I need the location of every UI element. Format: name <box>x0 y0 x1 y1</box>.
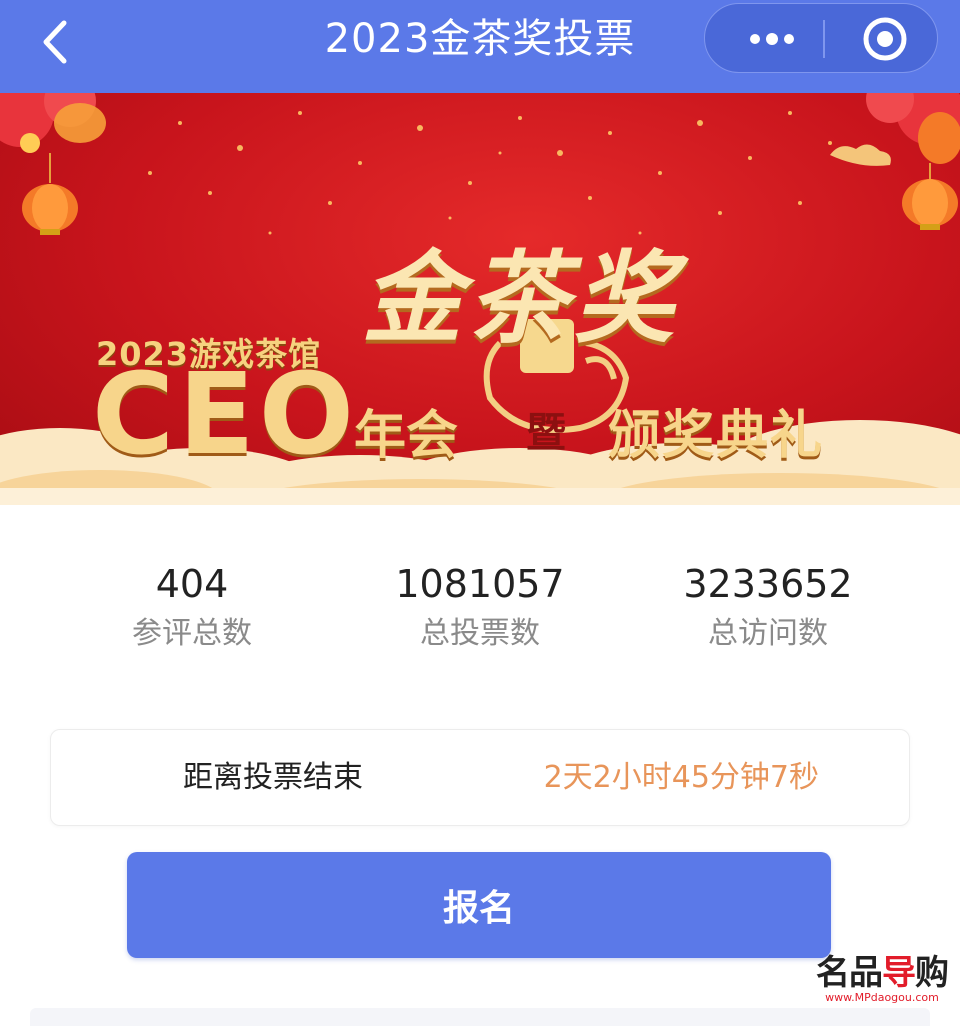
stat-value: 404 <box>155 562 229 606</box>
stat-value: 3233652 <box>683 562 853 606</box>
capsule-divider <box>823 20 825 58</box>
stat-label: 总访问数 <box>708 616 828 651</box>
banner-award-name: 金茶奖 <box>362 239 680 357</box>
stat-votes: 1081057 总投票数 <box>330 560 630 656</box>
close-button[interactable] <box>845 4 925 74</box>
signup-button[interactable]: 报名 <box>127 852 831 958</box>
stat-entries: 404 参评总数 <box>42 560 342 656</box>
stat-value: 1081057 <box>395 562 565 606</box>
stat-label: 总投票数 <box>420 616 540 651</box>
countdown-card: 距离投票结束 2天2小时45分钟7秒 <box>50 729 910 826</box>
more-button[interactable] <box>727 4 817 74</box>
countdown-label: 距离投票结束 <box>183 760 363 795</box>
more-dots-icon <box>750 33 794 45</box>
banner-ceremony: 颁奖典礼 <box>608 406 825 466</box>
stat-visits: 3233652 总访问数 <box>618 560 918 656</box>
banner-annual-meeting: 年会 <box>354 406 459 466</box>
countdown-value: 2天2小时45分钟7秒 <box>543 760 819 795</box>
watermark-text: 名品 <box>816 953 883 993</box>
event-banner: 2023游戏茶馆 CEO 金茶奖 年会 暨 颁奖典礼 <box>0 93 960 505</box>
target-close-icon <box>863 17 907 61</box>
watermark-logo: 名品导购 www.MPdaogou.com <box>812 955 952 1005</box>
watermark-text-red: 导 <box>882 953 916 993</box>
next-section-edge <box>30 1008 930 1026</box>
watermark-text-2: 购 <box>915 953 949 993</box>
stat-label: 参评总数 <box>132 616 252 651</box>
mini-program-capsule <box>704 3 938 73</box>
banner-connector: 暨 <box>526 410 566 456</box>
banner-ceo: CEO <box>92 350 358 480</box>
nav-header: 2023金茶奖投票 <box>0 0 960 93</box>
watermark-url: www.MPdaogou.com <box>825 991 939 1004</box>
